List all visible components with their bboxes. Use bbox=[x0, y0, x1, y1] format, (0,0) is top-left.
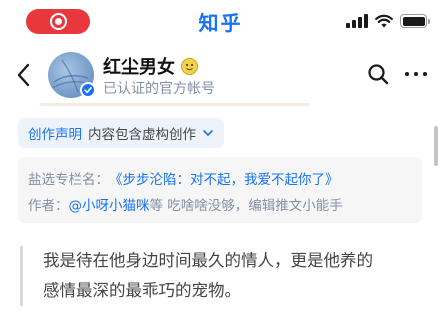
statement-value: 内容包含虚构创作 bbox=[88, 127, 196, 143]
battery-icon bbox=[400, 14, 430, 28]
column-label: 盐选专栏名： bbox=[28, 172, 109, 188]
article-meta-card: 盐选专栏名： 《步步沦陷：对不起，我爱不起你了》 作者： @小呀小猫咪 等 吃啥… bbox=[18, 157, 422, 223]
verified-badge-icon bbox=[80, 82, 96, 98]
system-icons bbox=[346, 14, 430, 28]
author-name-row[interactable]: 红尘男女 bbox=[103, 53, 198, 79]
header-divider bbox=[40, 103, 310, 106]
more-icon[interactable] bbox=[405, 72, 427, 76]
status-bar: 知乎 bbox=[0, 0, 441, 44]
chevron-down-icon bbox=[203, 130, 213, 136]
quote-line: 我是待在他身边时间最久的情人，更是他养的 bbox=[43, 251, 373, 270]
author-subtitle: 已认证的官方帐号 bbox=[103, 81, 215, 97]
author-label: 作者： bbox=[28, 198, 69, 214]
statement-label: 创作声明 bbox=[28, 127, 82, 143]
emoji-icon bbox=[181, 57, 198, 75]
wifi-icon bbox=[375, 14, 393, 28]
scrollbar-thumb[interactable] bbox=[434, 126, 438, 166]
column-row: 盐选专栏名： 《步步沦陷：对不起，我爱不起你了》 bbox=[28, 165, 412, 191]
creation-statement-dropdown[interactable]: 创作声明 内容包含虚构创作 bbox=[18, 118, 224, 148]
column-link[interactable]: 《步步沦陷：对不起，我爱不起你了》 bbox=[109, 168, 339, 188]
author-suffix: 等 吃啥啥没够，编辑推文小能手 bbox=[149, 198, 343, 214]
author-name[interactable]: 红尘男女 bbox=[103, 53, 175, 79]
back-icon[interactable] bbox=[14, 62, 34, 88]
cellular-signal-icon bbox=[346, 14, 368, 28]
quote-line: 感情最深的最乖巧的宠物。 bbox=[43, 281, 241, 300]
article-header: 红尘男女 已认证的官方帐号 bbox=[0, 48, 441, 104]
search-icon[interactable] bbox=[367, 63, 389, 85]
article-quote: 我是待在他身边时间最久的情人，更是他养的 感情最深的最乖巧的宠物。 bbox=[20, 246, 430, 306]
author-row: 作者： @小呀小猫咪 等 吃啥啥没够，编辑推文小能手 bbox=[28, 191, 412, 217]
author-link[interactable]: @小呀小猫咪 bbox=[69, 194, 150, 214]
